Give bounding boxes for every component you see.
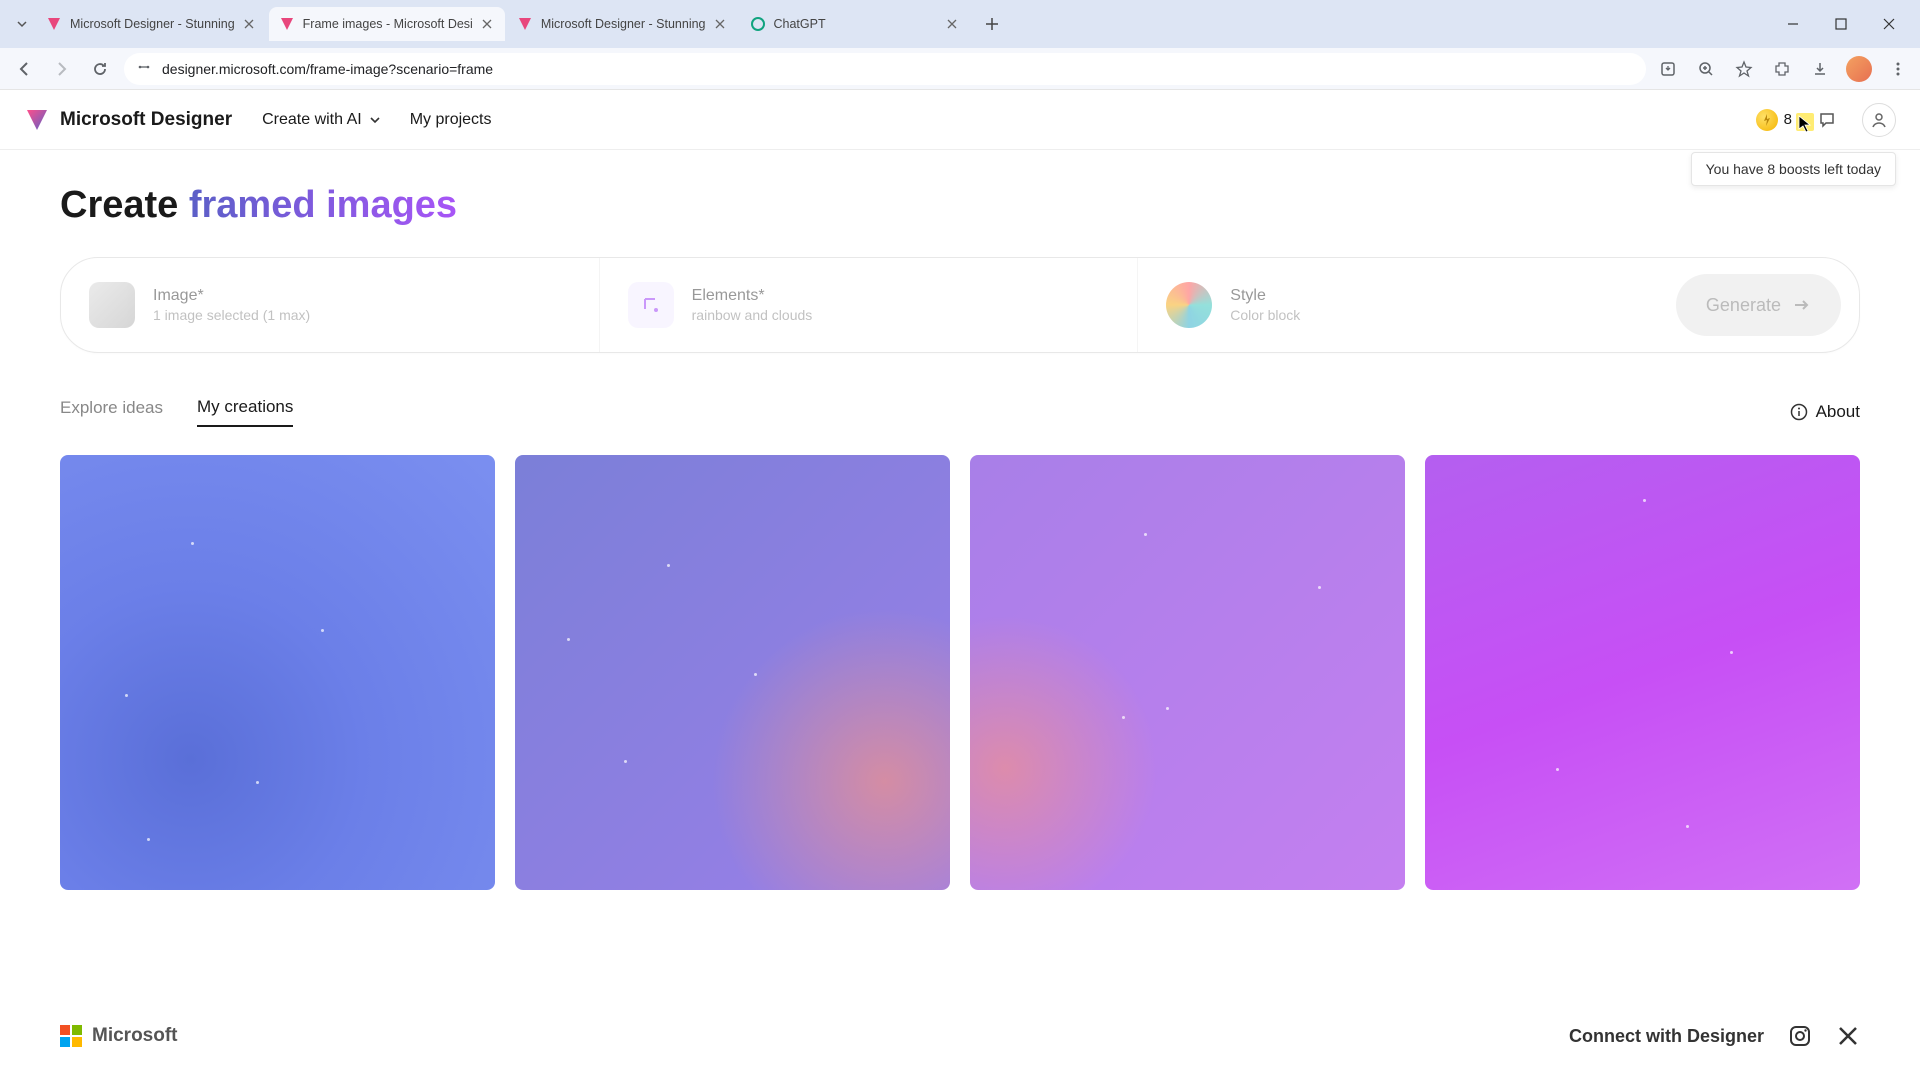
- tab-title: Microsoft Designer - Stunning: [70, 17, 235, 31]
- chatgpt-favicon-icon: [750, 16, 766, 32]
- boost-counter[interactable]: 8: [1756, 109, 1792, 131]
- input-elements-section[interactable]: Elements* rainbow and clouds: [599, 258, 1138, 352]
- nav-my-projects[interactable]: My projects: [410, 111, 492, 129]
- close-window-button[interactable]: [1874, 9, 1904, 39]
- tab-my-creations[interactable]: My creations: [197, 397, 293, 427]
- footer: Microsoft Connect with Designer: [0, 1024, 1920, 1048]
- tab-title: Microsoft Designer - Stunning: [541, 17, 706, 31]
- main-content: Create framed images Image* 1 image sele…: [0, 150, 1920, 890]
- browser-tab-strip: Microsoft Designer - Stunning Frame imag…: [0, 0, 1920, 48]
- nav-label: My projects: [410, 111, 492, 129]
- address-bar[interactable]: designer.microsoft.com/frame-image?scena…: [124, 53, 1646, 85]
- site-info-icon[interactable]: [136, 59, 152, 78]
- creation-tile[interactable]: [515, 455, 950, 890]
- profile-avatar[interactable]: [1846, 56, 1872, 82]
- title-plain: Create: [60, 184, 189, 226]
- boost-count-value: 8: [1784, 111, 1792, 128]
- account-icon[interactable]: [1862, 103, 1896, 137]
- connect-text: Connect with Designer: [1569, 1026, 1764, 1047]
- generate-button[interactable]: Generate: [1676, 274, 1841, 336]
- zoom-icon[interactable]: [1694, 57, 1718, 81]
- browser-tab[interactable]: Microsoft Designer - Stunning: [507, 7, 738, 41]
- boost-tooltip: You have 8 boosts left today: [1691, 152, 1896, 186]
- cursor-highlight: [1796, 113, 1814, 131]
- browser-toolbar: designer.microsoft.com/frame-image?scena…: [0, 48, 1920, 90]
- nav-create-with-ai[interactable]: Create with AI: [262, 111, 382, 129]
- microsoft-text: Microsoft: [92, 1025, 178, 1047]
- app-header: Microsoft Designer Create with AI My pro…: [0, 90, 1920, 150]
- designer-logo-icon: [24, 107, 50, 133]
- title-accent: framed images: [189, 184, 457, 226]
- page-title: Create framed images: [60, 184, 1860, 227]
- reload-button[interactable]: [86, 55, 114, 83]
- tab-explore-ideas[interactable]: Explore ideas: [60, 398, 163, 426]
- input-image-title: Image*: [153, 287, 310, 305]
- extensions-icon[interactable]: [1770, 57, 1794, 81]
- tab-close-icon[interactable]: [944, 16, 960, 32]
- input-elements-sub: rainbow and clouds: [692, 307, 813, 323]
- creation-tile[interactable]: [60, 455, 495, 890]
- content-tabs: Explore ideas My creations About: [60, 397, 1860, 427]
- prompt-input-card: Image* 1 image selected (1 max) Elements…: [60, 257, 1860, 353]
- feedback-icon[interactable]: [1810, 103, 1844, 137]
- tooltip-text: You have 8 boosts left today: [1706, 161, 1881, 177]
- tab-close-icon[interactable]: [241, 16, 257, 32]
- tab-search-dropdown[interactable]: [8, 10, 36, 38]
- tab-close-icon[interactable]: [712, 16, 728, 32]
- microsoft-squares-icon: [60, 1025, 82, 1047]
- input-image-sub: 1 image selected (1 max): [153, 307, 310, 323]
- chevron-down-icon: [368, 113, 382, 127]
- designer-favicon-icon: [517, 16, 533, 32]
- new-tab-button[interactable]: [978, 10, 1006, 38]
- instagram-icon[interactable]: [1788, 1024, 1812, 1048]
- forward-button[interactable]: [48, 55, 76, 83]
- coin-icon: [1756, 109, 1778, 131]
- tab-title: ChatGPT: [774, 17, 938, 31]
- creation-tile[interactable]: [970, 455, 1405, 890]
- browser-menu-icon[interactable]: [1886, 57, 1910, 81]
- minimize-button[interactable]: [1778, 9, 1808, 39]
- browser-tab[interactable]: Microsoft Designer - Stunning: [36, 7, 267, 41]
- elements-icon: [628, 282, 674, 328]
- about-label: About: [1816, 402, 1860, 422]
- image-thumbnail: [89, 282, 135, 328]
- about-link[interactable]: About: [1790, 402, 1860, 422]
- creations-gallery: [60, 455, 1860, 890]
- app-name[interactable]: Microsoft Designer: [60, 109, 232, 131]
- downloads-icon[interactable]: [1808, 57, 1832, 81]
- info-icon: [1790, 403, 1808, 421]
- style-thumbnail: [1166, 282, 1212, 328]
- input-elements-title: Elements*: [692, 287, 813, 305]
- input-style-sub: Color block: [1230, 307, 1300, 323]
- designer-favicon-icon: [279, 16, 295, 32]
- browser-tab-active[interactable]: Frame images - Microsoft Desi: [269, 7, 505, 41]
- browser-tab[interactable]: ChatGPT: [740, 7, 970, 41]
- designer-favicon-icon: [46, 16, 62, 32]
- nav-label: Create with AI: [262, 111, 362, 129]
- bookmark-icon[interactable]: [1732, 57, 1756, 81]
- arrow-right-icon: [1791, 295, 1811, 315]
- x-twitter-icon[interactable]: [1836, 1024, 1860, 1048]
- creation-tile[interactable]: [1425, 455, 1860, 890]
- toolbar-actions: [1656, 56, 1910, 82]
- install-app-icon[interactable]: [1656, 57, 1680, 81]
- url-text: designer.microsoft.com/frame-image?scena…: [162, 61, 493, 77]
- microsoft-logo[interactable]: Microsoft: [60, 1025, 178, 1047]
- tab-title: Frame images - Microsoft Desi: [303, 17, 473, 31]
- maximize-button[interactable]: [1826, 9, 1856, 39]
- tab-close-icon[interactable]: [479, 16, 495, 32]
- back-button[interactable]: [10, 55, 38, 83]
- input-style-title: Style: [1230, 287, 1300, 305]
- generate-label: Generate: [1706, 295, 1781, 316]
- input-style-section[interactable]: Style Color block: [1137, 258, 1676, 352]
- window-controls: [1778, 9, 1912, 39]
- input-image-section[interactable]: Image* 1 image selected (1 max): [61, 258, 599, 352]
